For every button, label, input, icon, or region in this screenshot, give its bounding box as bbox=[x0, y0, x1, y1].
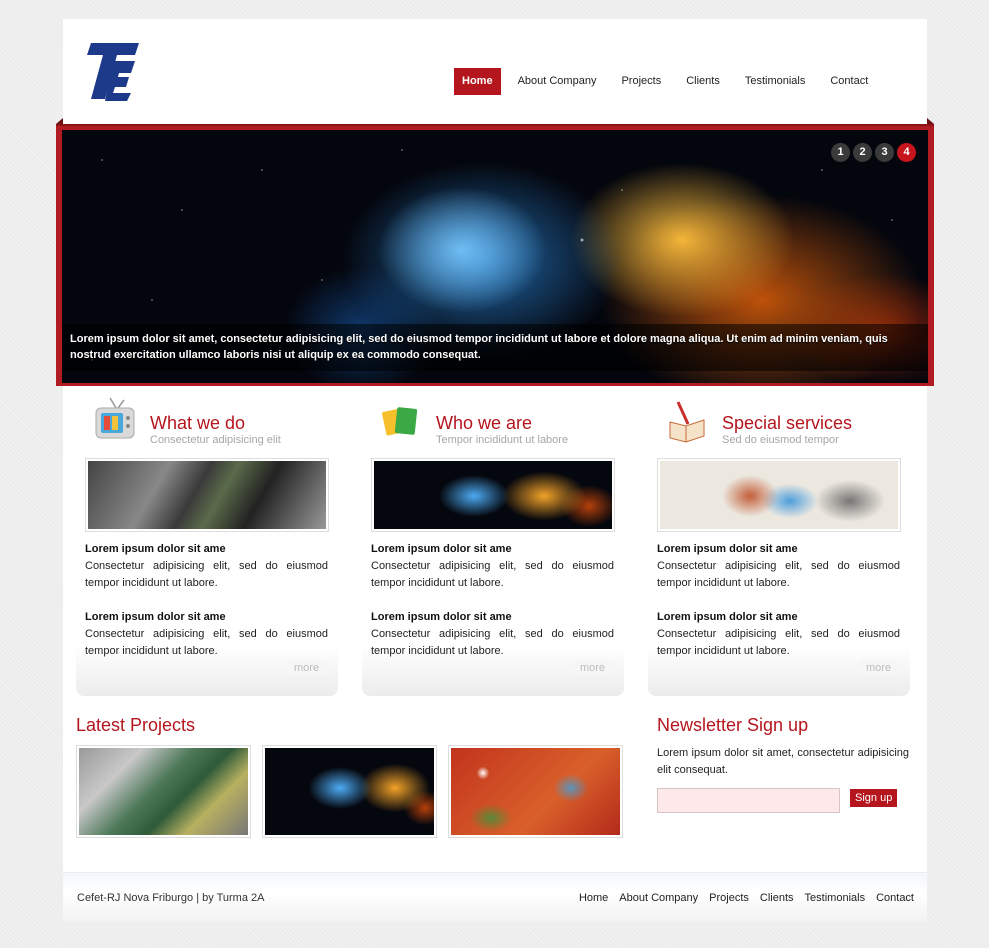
slider-image: 1 2 3 4 Lorem ipsum dolor sit amet, cons… bbox=[62, 130, 928, 383]
nav-home[interactable]: Home bbox=[454, 68, 501, 95]
feature-column-special-services: Special services Sed do eiusmod tempor L… bbox=[648, 396, 910, 696]
item-heading: Lorem ipsum dolor sit ame bbox=[85, 543, 226, 555]
item-heading: Lorem ipsum dolor sit ame bbox=[371, 611, 512, 623]
column-title: What we do bbox=[150, 413, 246, 433]
item-heading: Lorem ipsum dolor sit ame bbox=[657, 543, 798, 555]
column-title: Special services bbox=[722, 413, 853, 433]
footer-link-about-company[interactable]: About Company bbox=[619, 892, 698, 904]
item-text: Consectetur adipisicing elit, sed do eiu… bbox=[657, 560, 900, 589]
footer-nav: Home About Company Projects Clients Test… bbox=[568, 892, 914, 904]
slider-page-3[interactable]: 3 bbox=[875, 143, 894, 162]
item-text: Consectetur adipisicing elit, sed do eiu… bbox=[371, 560, 614, 589]
column-title: Who we are bbox=[436, 413, 533, 433]
slider-page-1[interactable]: 1 bbox=[831, 143, 850, 162]
project-thumbnail[interactable] bbox=[262, 745, 437, 838]
book-icon bbox=[669, 401, 705, 443]
item-heading: Lorem ipsum dolor sit ame bbox=[85, 611, 226, 623]
slider-caption: Lorem ipsum dolor sit amet, consectetur … bbox=[62, 324, 928, 371]
column-subtitle: Tempor incididunt ut labore bbox=[436, 434, 569, 446]
more-button[interactable]: more bbox=[855, 660, 901, 676]
item-text: Consectetur adipisicing elit, sed do eiu… bbox=[85, 560, 328, 589]
nav-testimonials[interactable]: Testimonials bbox=[737, 68, 814, 95]
footer-link-clients[interactable]: Clients bbox=[760, 892, 794, 904]
nav-projects[interactable]: Projects bbox=[613, 68, 669, 95]
more-button[interactable]: more bbox=[569, 660, 615, 676]
nav-about-company[interactable]: About Company bbox=[510, 68, 605, 95]
slider-page-4[interactable]: 4 bbox=[897, 143, 916, 162]
footer-credit: Cefet-RJ Nova Friburgo | by Turma 2A bbox=[77, 892, 265, 904]
signup-button[interactable]: Sign up bbox=[850, 789, 898, 807]
hero-slider: 1 2 3 4 Lorem ipsum dolor sit amet, cons… bbox=[56, 118, 934, 386]
more-button[interactable]: more bbox=[283, 660, 329, 676]
item-heading: Lorem ipsum dolor sit ame bbox=[657, 611, 798, 623]
feature-column-who-we-are: Who we are Tempor incididunt ut labore L… bbox=[362, 396, 624, 696]
column-subtitle: Sed do eiusmod tempor bbox=[722, 434, 839, 446]
footer-link-contact[interactable]: Contact bbox=[876, 892, 914, 904]
column-thumbnail[interactable] bbox=[371, 458, 615, 532]
slider-page-2[interactable]: 2 bbox=[853, 143, 872, 162]
newsletter-title: Newsletter Sign up bbox=[657, 715, 809, 735]
footer-link-projects[interactable]: Projects bbox=[709, 892, 749, 904]
footer-link-testimonials[interactable]: Testimonials bbox=[805, 892, 866, 904]
item-heading: Lorem ipsum dolor sit ame bbox=[371, 543, 512, 555]
project-thumbnail[interactable] bbox=[448, 745, 623, 838]
latest-projects-title: Latest Projects bbox=[76, 715, 196, 735]
footer: Cefet-RJ Nova Friburgo | by Turma 2A Hom… bbox=[63, 872, 927, 922]
item-text: Consectetur adipisicing elit, sed do eiu… bbox=[85, 628, 328, 657]
nav-contact[interactable]: Contact bbox=[822, 68, 876, 95]
slider-pager: 1 2 3 4 bbox=[828, 143, 916, 162]
main-nav: Home About Company Projects Clients Test… bbox=[454, 68, 885, 95]
item-text: Consectetur adipisicing elit, sed do eiu… bbox=[371, 628, 614, 657]
newsletter-text: Lorem ipsum dolor sit amet, consectetur … bbox=[657, 747, 909, 776]
item-text: Consectetur adipisicing elit, sed do eiu… bbox=[657, 628, 900, 657]
column-thumbnail[interactable] bbox=[85, 458, 329, 532]
folders-icon bbox=[382, 407, 418, 436]
column-thumbnail[interactable] bbox=[657, 458, 901, 532]
company-logo[interactable] bbox=[83, 41, 141, 101]
column-subtitle: Consectetur adipisicing elit bbox=[150, 434, 281, 446]
tv-icon bbox=[95, 397, 135, 439]
nav-clients[interactable]: Clients bbox=[678, 68, 728, 95]
footer-link-home[interactable]: Home bbox=[579, 892, 608, 904]
project-thumbnail[interactable] bbox=[76, 745, 251, 838]
newsletter-email-input[interactable] bbox=[657, 788, 840, 813]
feature-column-what-we-do: What we do Consectetur adipisicing elit … bbox=[76, 396, 338, 696]
